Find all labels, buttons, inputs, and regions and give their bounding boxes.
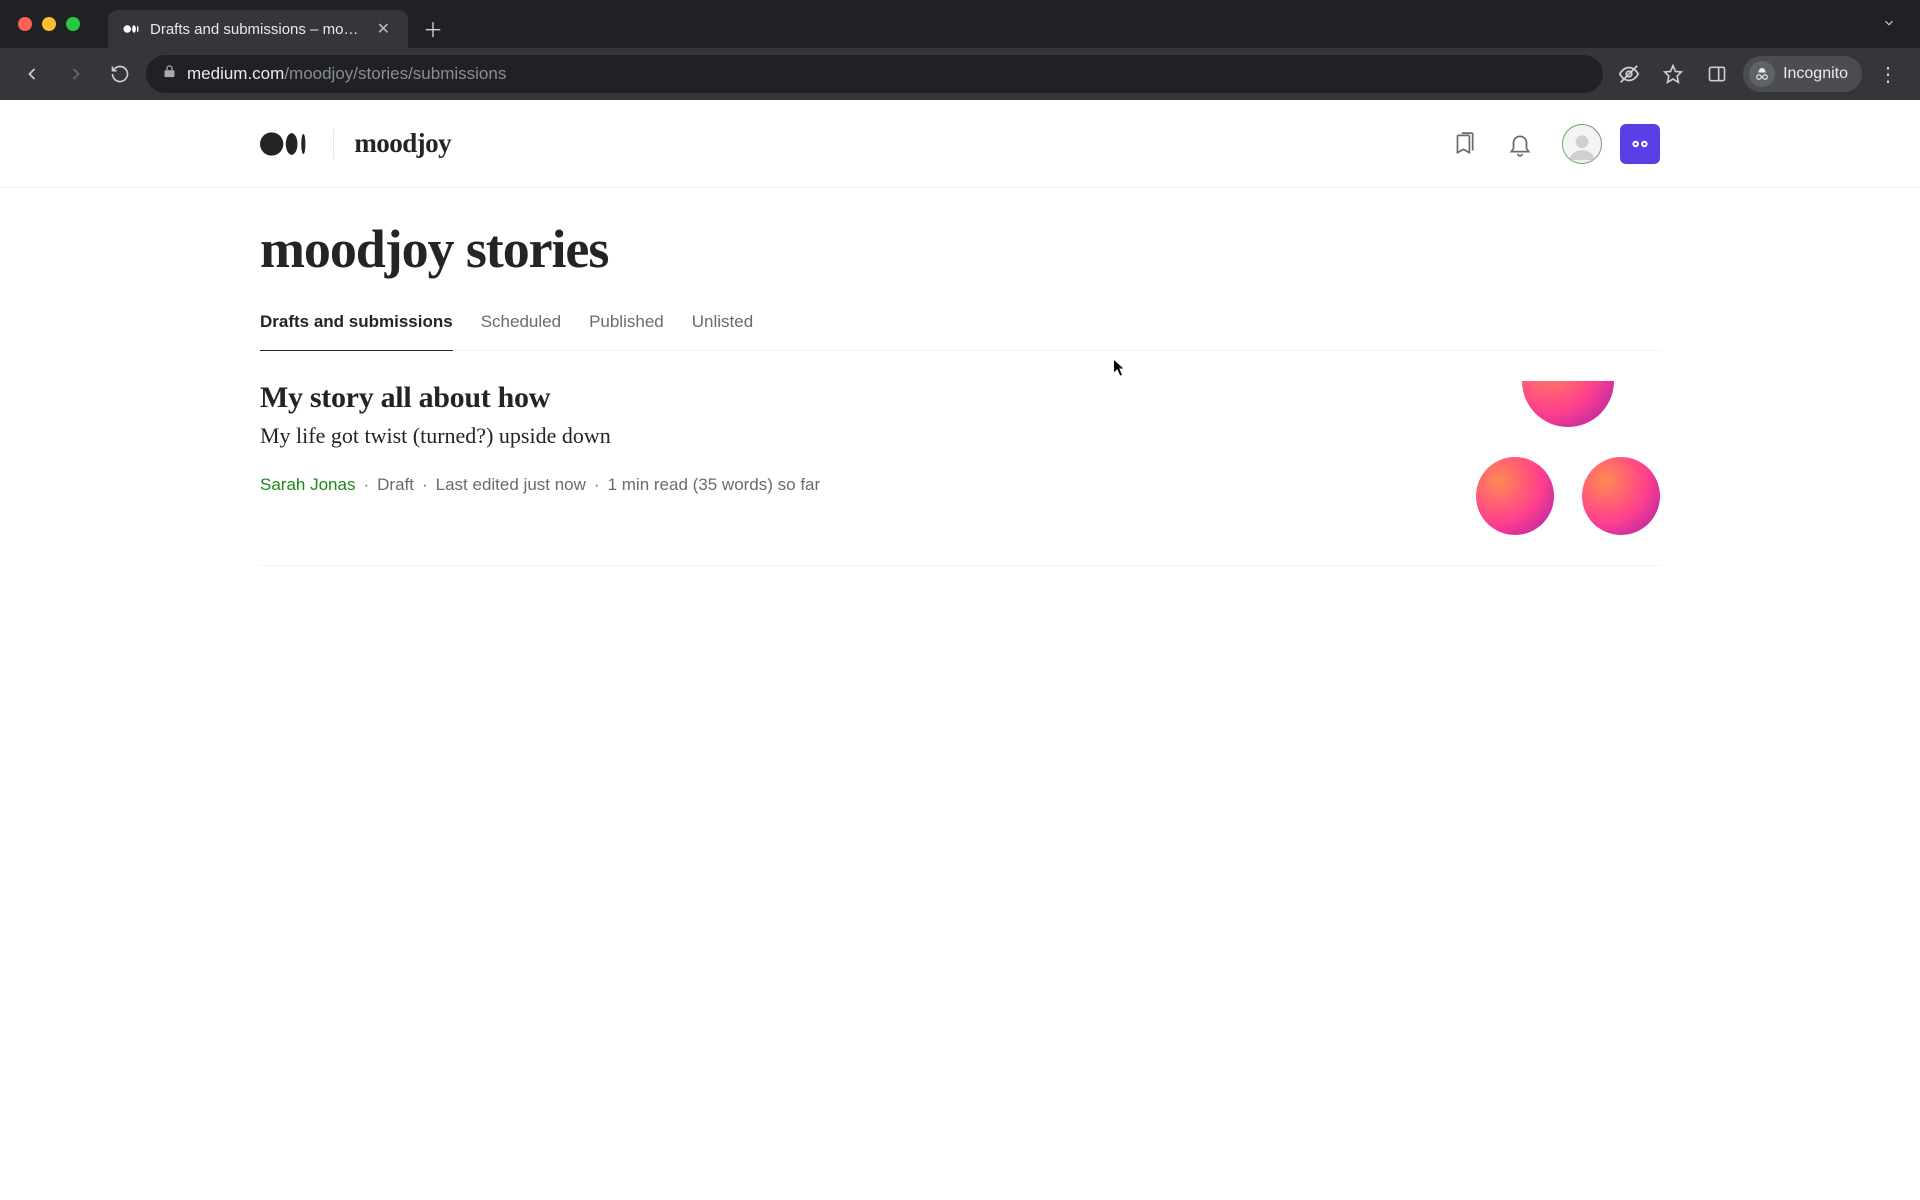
- meta-separator: ·: [422, 475, 428, 495]
- story-subtitle: My life got twist (turned?) upside down: [260, 423, 1436, 449]
- story-length: 1 min read (35 words) so far: [608, 475, 821, 495]
- window-controls: [18, 17, 80, 31]
- thumbnail-shape: [1476, 457, 1554, 535]
- eye-off-icon[interactable]: [1611, 56, 1647, 92]
- header-divider: [333, 129, 334, 159]
- close-window-button[interactable]: [18, 17, 32, 31]
- story-row[interactable]: My story all about how My life got twist…: [260, 351, 1660, 566]
- page-title: moodjoy stories: [260, 218, 1660, 280]
- story-tabs: Drafts and submissions Scheduled Publish…: [260, 312, 1660, 351]
- side-panel-icon[interactable]: [1699, 56, 1735, 92]
- thumbnail-shape: [1582, 457, 1660, 535]
- story-status: Draft: [377, 475, 414, 495]
- medium-favicon-icon: [122, 20, 140, 38]
- story-title[interactable]: My story all about how: [260, 381, 1436, 415]
- url-path: /moodjoy/stories/submissions: [284, 64, 506, 83]
- story-thumbnail: [1476, 381, 1660, 535]
- forward-button[interactable]: [58, 56, 94, 92]
- incognito-label: Incognito: [1783, 65, 1848, 83]
- tab-drafts-submissions[interactable]: Drafts and submissions: [260, 312, 453, 351]
- maximize-window-button[interactable]: [66, 17, 80, 31]
- address-bar[interactable]: medium.com/moodjoy/stories/submissions: [146, 55, 1603, 93]
- medium-logo-icon[interactable]: [260, 129, 313, 159]
- back-button[interactable]: [14, 56, 50, 92]
- tabs-overflow-button[interactable]: [1876, 10, 1902, 39]
- user-avatar[interactable]: [1562, 124, 1602, 164]
- url-host: medium.com: [187, 64, 284, 83]
- meta-separator: ·: [594, 475, 600, 495]
- story-edited: Last edited just now: [436, 475, 586, 495]
- page-viewport: moodjoy moodjoy stories: [0, 100, 1920, 1200]
- incognito-indicator[interactable]: Incognito: [1743, 56, 1862, 92]
- story-meta: Sarah Jonas · Draft · Last edited just n…: [260, 475, 1436, 495]
- browser-tab[interactable]: Drafts and submissions – moo… ✕: [108, 10, 408, 48]
- new-tab-button[interactable]: ＋: [418, 13, 448, 43]
- tab-unlisted[interactable]: Unlisted: [692, 312, 753, 350]
- story-text-block: My story all about how My life got twist…: [260, 381, 1436, 495]
- bookmark-star-icon[interactable]: [1655, 56, 1691, 92]
- url-text: medium.com/moodjoy/stories/submissions: [187, 64, 506, 84]
- publication-avatar[interactable]: [1620, 124, 1660, 164]
- story-author[interactable]: Sarah Jonas: [260, 475, 355, 495]
- close-tab-button[interactable]: ✕: [373, 19, 394, 39]
- notifications-icon[interactable]: [1506, 130, 1534, 158]
- reload-button[interactable]: [102, 56, 138, 92]
- header-actions: [1450, 124, 1660, 164]
- publication-name[interactable]: moodjoy: [354, 128, 451, 159]
- browser-titlebar: Drafts and submissions – moo… ✕ ＋: [0, 0, 1920, 48]
- lock-icon: [162, 64, 177, 84]
- meta-separator: ·: [363, 475, 369, 495]
- browser-toolbar: medium.com/moodjoy/stories/submissions I…: [0, 48, 1920, 100]
- browser-menu-button[interactable]: ⋮: [1870, 58, 1906, 91]
- thumbnail-shape: [1522, 381, 1614, 427]
- browser-chrome: Drafts and submissions – moo… ✕ ＋ medium…: [0, 0, 1920, 100]
- tab-scheduled[interactable]: Scheduled: [481, 312, 561, 350]
- incognito-icon: [1749, 61, 1775, 87]
- tab-title: Drafts and submissions – moo…: [150, 21, 363, 38]
- minimize-window-button[interactable]: [42, 17, 56, 31]
- tab-published[interactable]: Published: [589, 312, 664, 350]
- bookmarks-icon[interactable]: [1450, 130, 1478, 158]
- site-header: moodjoy: [0, 100, 1920, 188]
- page-body: moodjoy stories Drafts and submissions S…: [0, 188, 1920, 596]
